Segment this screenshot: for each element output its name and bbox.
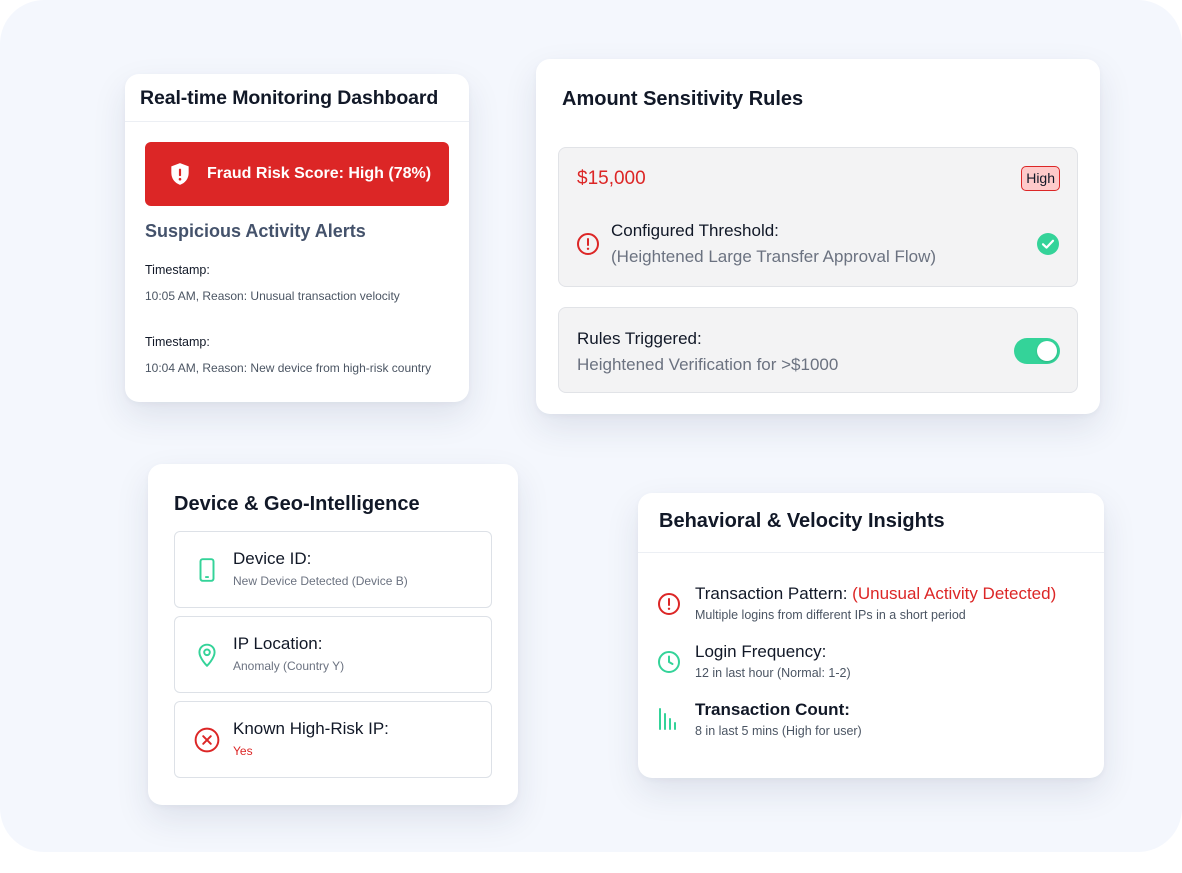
clock-icon [657, 650, 681, 674]
threshold-panel: $15,000 High Configured Threshold: (Heig… [558, 147, 1078, 287]
amount-sensitivity-card: Amount Sensitivity Rules $15,000 High Co… [536, 59, 1100, 414]
login-frequency-label: Login Frequency: [695, 642, 827, 661]
high-risk-ip-row[interactable]: Known High-Risk IP: Yes [174, 701, 492, 778]
transaction-count-detail: 8 in last 5 mins (High for user) [695, 724, 862, 738]
device-id-label: Device ID: [233, 549, 312, 568]
alert-timestamp-label: Timestamp: [145, 335, 210, 349]
transaction-pattern-title: Transaction Pattern: [695, 584, 853, 603]
threshold-description: (Heightened Large Transfer Approval Flow… [611, 247, 937, 266]
transaction-pattern-detail: Multiple logins from different IPs in a … [695, 608, 966, 622]
transaction-amount: $15,000 [577, 168, 646, 189]
behavioral-title: Behavioral & Velocity Insights [659, 510, 945, 532]
rules-toggle[interactable] [1014, 338, 1060, 364]
device-geo-title: Device & Geo-Intelligence [174, 493, 420, 515]
ip-location-value: Anomaly (Country Y) [233, 659, 345, 673]
risk-level-badge: High [1021, 166, 1060, 191]
rules-triggered-description: Heightened Verification for >$1000 [577, 355, 839, 374]
behavioral-card-header: Behavioral & Velocity Insights [638, 493, 1104, 553]
map-pin-icon [194, 642, 220, 668]
monitoring-card: Real-time Monitoring Dashboard Fraud Ris… [125, 74, 469, 402]
device-geo-card: Device & Geo-Intelligence Device ID: New… [148, 464, 518, 805]
rules-triggered-label: Rules Triggered: [577, 329, 702, 348]
alerts-heading: Suspicious Activity Alerts [145, 221, 366, 241]
device-id-row[interactable]: Device ID: New Device Detected (Device B… [174, 531, 492, 608]
monitoring-title: Real-time Monitoring Dashboard [140, 87, 439, 109]
alert-detail[interactable]: 10:05 AM, Reason: Unusual transaction ve… [145, 289, 400, 303]
shield-alert-icon [167, 161, 193, 187]
check-circle-icon [1036, 232, 1060, 256]
alert-detail[interactable]: 10:04 AM, Reason: New device from high-r… [145, 361, 431, 375]
alert-circle-icon [576, 232, 600, 256]
transaction-count-label: Transaction Count: [695, 700, 850, 719]
high-risk-ip-value: Yes [233, 744, 253, 758]
rules-triggered-panel: Rules Triggered: Heightened Verification… [558, 307, 1078, 393]
monitoring-card-header: Real-time Monitoring Dashboard [125, 74, 469, 122]
transaction-pattern-status: (Unusual Activity Detected) [852, 584, 1057, 603]
transaction-pattern-label: Transaction Pattern: (Unusual Activity D… [695, 584, 1056, 604]
amount-sensitivity-title: Amount Sensitivity Rules [562, 88, 804, 110]
threshold-label: Configured Threshold: [611, 221, 779, 240]
behavioral-card: Behavioral & Velocity Insights Transacti… [638, 493, 1104, 778]
device-id-value: New Device Detected (Device B) [233, 574, 408, 588]
high-risk-ip-label: Known High-Risk IP: [233, 719, 389, 738]
login-frequency-detail: 12 in last hour (Normal: 1-2) [695, 666, 851, 680]
alert-timestamp-label: Timestamp: [145, 263, 210, 277]
smartphone-icon [194, 557, 220, 583]
x-circle-icon [194, 727, 220, 753]
fraud-risk-banner[interactable]: Fraud Risk Score: High (78%) [145, 142, 449, 206]
alert-circle-icon [657, 592, 681, 616]
fraud-risk-score: Fraud Risk Score: High (78%) [207, 165, 432, 182]
ip-location-row[interactable]: IP Location: Anomaly (Country Y) [174, 616, 492, 693]
toggle-knob [1037, 341, 1057, 361]
bar-chart-icon [657, 707, 681, 731]
ip-location-label: IP Location: [233, 634, 323, 653]
